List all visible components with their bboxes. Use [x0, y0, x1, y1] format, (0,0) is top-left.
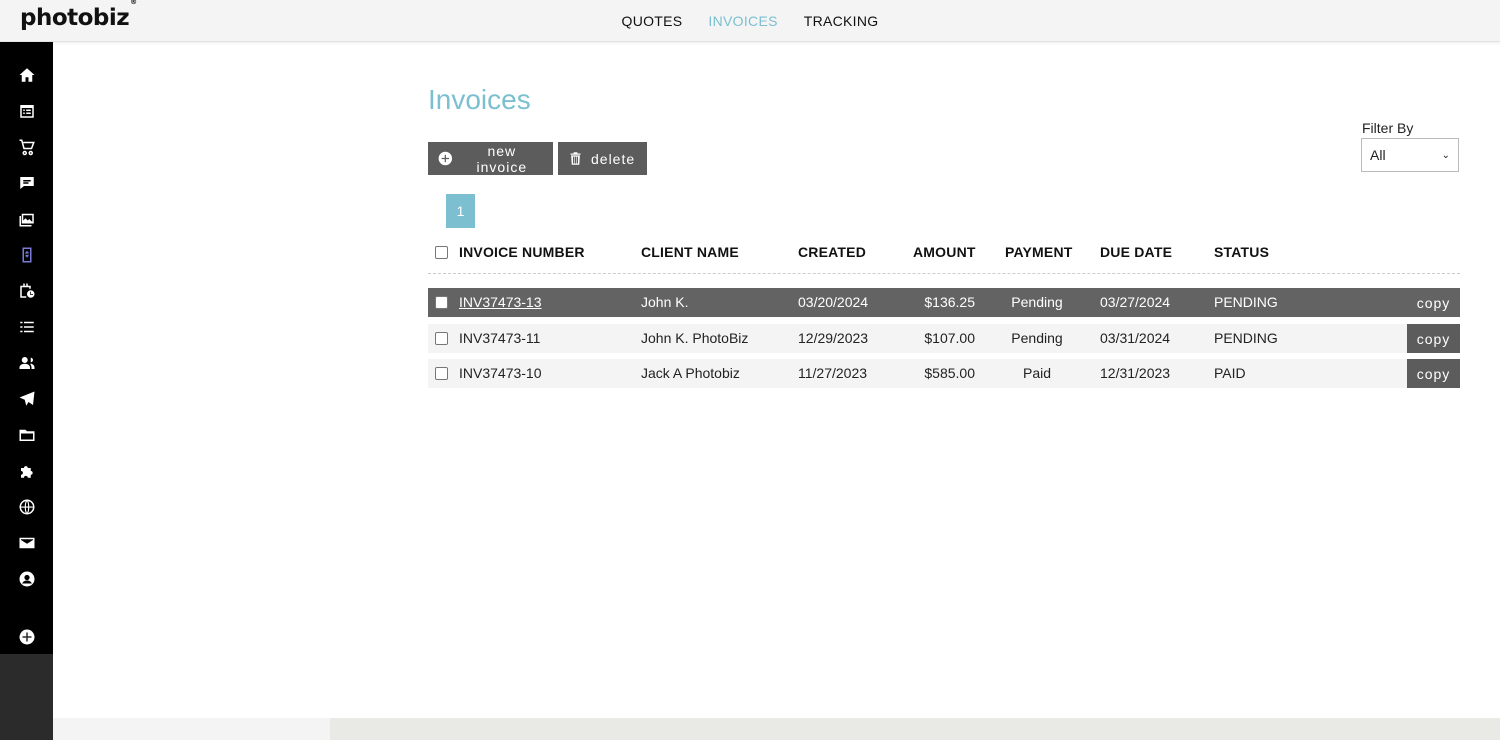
due-date: 03/31/2024 — [1100, 330, 1171, 346]
globe-icon[interactable] — [17, 497, 37, 517]
payment-status: Paid — [1022, 365, 1052, 381]
amount: $585.00 — [924, 365, 975, 381]
header-client-name[interactable]: CLIENT NAME — [641, 244, 739, 260]
sidebar — [0, 42, 53, 740]
amount: $136.25 — [924, 294, 975, 310]
header-amount[interactable]: AMOUNT — [913, 244, 976, 260]
page-title: Invoices — [428, 84, 531, 115]
header-due-date[interactable]: DUE DATE — [1100, 244, 1172, 260]
copy-button[interactable]: copy — [1407, 288, 1460, 317]
created-date: 11/27/2023 — [798, 365, 868, 381]
table-header: INVOICE NUMBER CLIENT NAME CREATED AMOUN… — [428, 240, 1460, 274]
due-date: 12/31/2023 — [1100, 365, 1171, 381]
filter-select[interactable]: All ⌄ — [1361, 138, 1459, 172]
amount: $107.00 — [924, 330, 975, 346]
cart-icon[interactable] — [17, 137, 37, 157]
due-date: 03/27/2024 — [1100, 294, 1171, 310]
select-all-checkbox[interactable] — [435, 246, 448, 259]
table-row[interactable]: INV37473-13 John K. 03/20/2024 $136.25 P… — [428, 288, 1460, 317]
trash-icon — [570, 152, 581, 165]
status-badge: PAID — [1214, 365, 1246, 381]
account-icon[interactable] — [17, 569, 37, 589]
puzzle-icon[interactable] — [17, 461, 37, 481]
invoice-number-link[interactable]: INV37473-13 — [459, 294, 542, 310]
row-checkbox[interactable] — [435, 367, 448, 380]
home-icon[interactable] — [17, 65, 37, 85]
footer-strip — [53, 718, 330, 740]
header-invoice-number[interactable]: INVOICE NUMBER — [459, 244, 585, 260]
delete-button[interactable]: delete — [558, 142, 647, 175]
nav-tracking[interactable]: TRACKING — [791, 13, 892, 29]
invoice-icon[interactable] — [17, 245, 37, 265]
table-row[interactable]: INV37473-11 John K. PhotoBiz 12/29/2023 … — [428, 324, 1460, 353]
row-checkbox[interactable] — [435, 332, 448, 345]
pagination-page-1[interactable]: 1 — [446, 194, 475, 228]
created-date: 03/20/2024 — [798, 294, 869, 310]
add-icon[interactable] — [17, 627, 37, 647]
payment-status: Pending — [1011, 330, 1063, 346]
header-created[interactable]: CREATED — [798, 244, 866, 260]
header-status[interactable]: STATUS — [1214, 244, 1269, 260]
status-badge: PENDING — [1214, 330, 1278, 346]
copy-button[interactable]: copy — [1407, 359, 1460, 388]
footer-bar — [330, 718, 1500, 740]
calendar-clock-icon[interactable] — [17, 281, 37, 301]
top-navigation: QUOTES INVOICES TRACKING — [0, 0, 1500, 42]
filter-selected-value: All — [1370, 147, 1386, 163]
table-row[interactable]: INV37473-10 Jack A Photobiz 11/27/2023 $… — [428, 359, 1460, 388]
row-checkbox[interactable] — [435, 296, 448, 309]
invoice-number-link[interactable]: INV37473-11 — [459, 330, 540, 346]
contacts-icon[interactable] — [17, 353, 37, 373]
mail-icon[interactable] — [17, 533, 37, 553]
payment-status: Pending — [1011, 294, 1063, 310]
client-name: John K. PhotoBiz — [641, 330, 749, 346]
send-icon[interactable] — [17, 389, 37, 409]
created-date: 12/29/2023 — [798, 330, 869, 346]
invoice-number-link[interactable]: INV37473-10 — [459, 365, 542, 381]
folder-icon[interactable] — [17, 425, 37, 445]
delete-label: delete — [591, 150, 636, 167]
calendar-list-icon[interactable] — [17, 101, 37, 121]
copy-button[interactable]: copy — [1407, 324, 1460, 353]
nav-quotes[interactable]: QUOTES — [609, 13, 696, 29]
client-name: John K. — [641, 294, 689, 310]
status-badge: PENDING — [1214, 294, 1278, 310]
filter-label: Filter By — [1362, 120, 1414, 136]
new-invoice-button[interactable]: new invoice — [428, 142, 553, 175]
chat-icon[interactable] — [17, 173, 37, 193]
header-payment[interactable]: PAYMENT — [1005, 244, 1073, 260]
list-icon[interactable] — [17, 317, 37, 337]
chevron-down-icon: ⌄ — [1441, 149, 1450, 161]
gallery-icon[interactable] — [17, 209, 37, 229]
client-name: Jack A Photobiz — [641, 365, 740, 381]
new-invoice-label: new invoice — [476, 142, 528, 175]
plus-circle-icon — [438, 151, 453, 166]
nav-invoices[interactable]: INVOICES — [695, 13, 790, 29]
